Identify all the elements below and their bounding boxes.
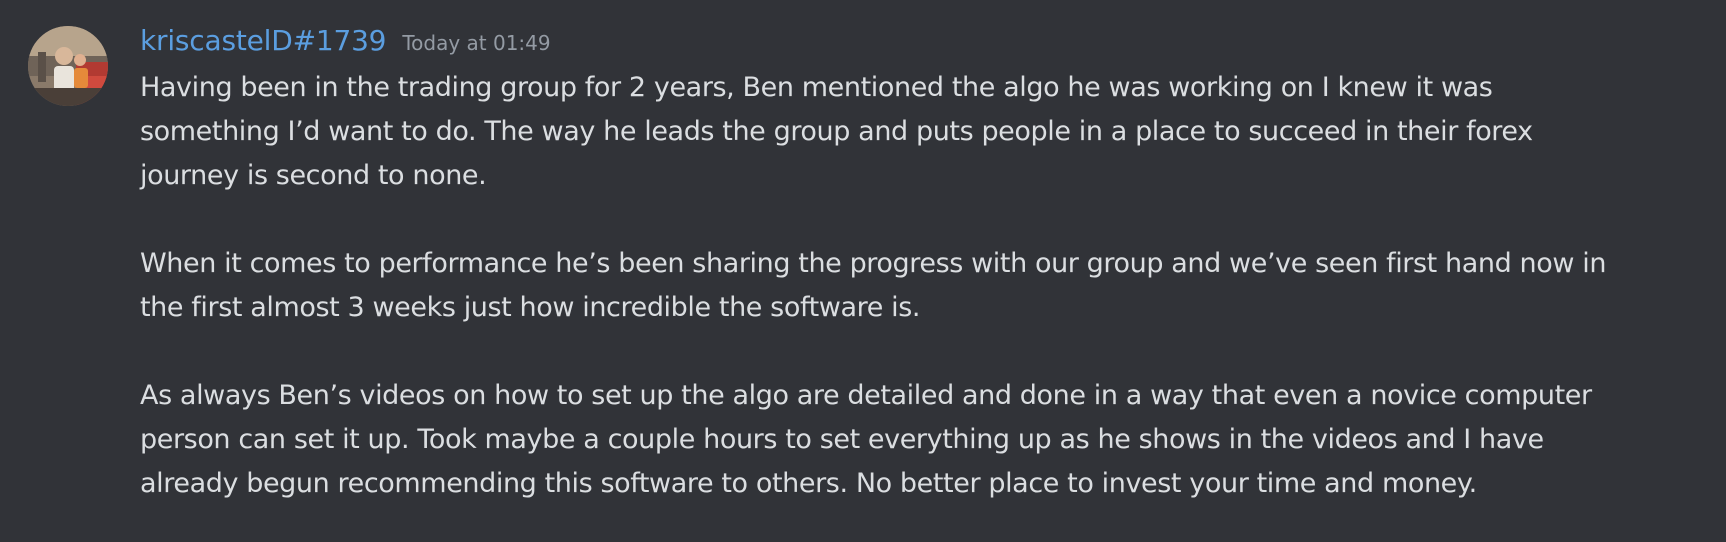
- message-timestamp[interactable]: Today at 01:49: [402, 31, 550, 55]
- author-username[interactable]: kriscastelD#1739: [140, 24, 387, 57]
- message-paragraph: Having been in the trading group for 2 y…: [140, 72, 1533, 191]
- message-paragraph: When it comes to performance he’s been s…: [140, 248, 1607, 323]
- chat-message: kriscastelD#1739 Today at 01:49 Having b…: [0, 0, 1726, 542]
- message-paragraph: As always Ben’s videos on how to set up …: [140, 380, 1592, 499]
- message-header: kriscastelD#1739 Today at 01:49: [140, 24, 551, 68]
- message-content: Having been in the trading group for 2 y…: [140, 66, 1700, 506]
- avatar-photo-icon: [28, 26, 108, 106]
- user-avatar[interactable]: [28, 26, 108, 106]
